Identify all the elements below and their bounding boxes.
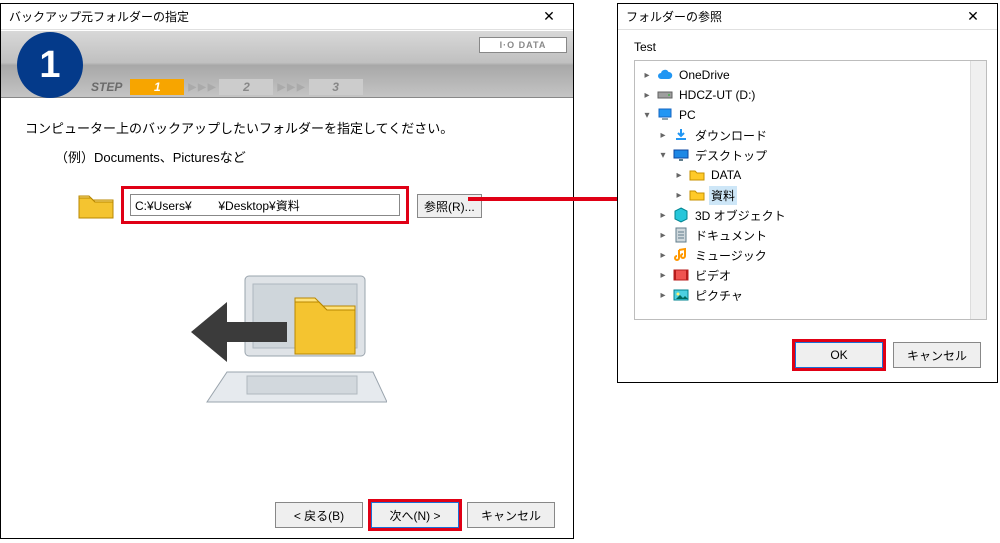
path-highlight: [121, 186, 409, 224]
step-row: STEP 1 ▶▶▶ 2 ▶▶▶ 3: [91, 79, 367, 95]
chevron-right-icon[interactable]: [673, 170, 685, 181]
chevron-down-icon[interactable]: [657, 150, 669, 161]
dialog-button-row: OK キャンセル: [618, 332, 997, 378]
chevron-right-icon[interactable]: [657, 130, 669, 141]
tree-node[interactable]: ミュージック: [641, 245, 986, 265]
next-button[interactable]: 次へ(N) >: [371, 502, 459, 528]
window-title: フォルダーの参照: [626, 8, 953, 25]
back-button[interactable]: < 戻る(B): [275, 502, 363, 528]
cloud-icon: [657, 67, 673, 83]
step-banner: I·O DATA STEP 1 ▶▶▶ 2 ▶▶▶ 3: [1, 30, 573, 98]
dialog-button-row: < 戻る(B) 次へ(N) > キャンセル: [275, 502, 555, 528]
dialog-body: Test OneDrive HDCZ-UT (D:) PC ダウンロードデスクトップ D…: [618, 30, 997, 332]
path-row: 参照(R)...: [77, 184, 517, 232]
chevron-down-icon[interactable]: [641, 110, 653, 121]
folder-icon: [689, 187, 705, 203]
ok-button[interactable]: OK: [795, 342, 883, 368]
step-chip-2: 2: [219, 79, 273, 95]
tree-node-label: ピクチャ: [693, 286, 745, 305]
step-chip-1: 1: [130, 79, 184, 95]
picture-icon: [673, 287, 689, 303]
desktop-icon: [673, 147, 689, 163]
music-icon: [673, 247, 689, 263]
folder-icon: [77, 190, 115, 220]
tree-node[interactable]: デスクトップ: [641, 145, 986, 165]
tree-node-label: PC: [677, 107, 698, 123]
step-arrows-icon: ▶▶▶: [188, 82, 215, 93]
chevron-right-icon[interactable]: [657, 250, 669, 261]
instruction-text: コンピューター上のバックアップしたいフォルダーを指定してください。: [1, 98, 573, 143]
cancel-button[interactable]: キャンセル: [467, 502, 555, 528]
3d-icon: [673, 207, 689, 223]
tree-node-label: ドキュメント: [693, 226, 769, 245]
drive-icon: [657, 87, 673, 103]
callout-badge: 1: [17, 32, 83, 98]
tree-node[interactable]: ダウンロード: [641, 125, 986, 145]
tree-node-label: DATA: [709, 167, 743, 183]
tree-node[interactable]: HDCZ-UT (D:): [641, 85, 986, 105]
tree-node-label: OneDrive: [677, 67, 732, 83]
illustration: [1, 232, 573, 422]
tree-node-label: 3D オブジェクト: [693, 206, 788, 225]
folder-icon: [689, 167, 705, 183]
step-label: STEP: [91, 80, 122, 94]
folder-tree[interactable]: OneDrive HDCZ-UT (D:) PC ダウンロードデスクトップ DATA 資料…: [634, 60, 987, 320]
close-icon: ✕: [967, 8, 979, 25]
folder-browse-dialog: フォルダーの参照 ✕ Test OneDrive HDCZ-UT (D:) PC ダウ…: [617, 3, 998, 383]
step-chip-3: 3: [309, 79, 363, 95]
video-icon: [673, 267, 689, 283]
tree-node-label: 資料: [709, 186, 737, 205]
tree-node[interactable]: 3D オブジェクト: [641, 205, 986, 225]
tree-node[interactable]: ピクチャ: [641, 285, 986, 305]
chevron-right-icon[interactable]: [657, 290, 669, 301]
close-icon: ✕: [543, 8, 555, 25]
backup-source-dialog: バックアップ元フォルダーの指定 ✕ I·O DATA STEP 1 ▶▶▶ 2 …: [0, 3, 574, 539]
tree-node-label: ビデオ: [693, 266, 733, 285]
tree-node[interactable]: ビデオ: [641, 265, 986, 285]
download-icon: [673, 127, 689, 143]
doc-icon: [673, 227, 689, 243]
example-text: （例）Documents、Picturesなど: [1, 143, 573, 180]
tree-node-label: ダウンロード: [693, 126, 769, 145]
tree-node-label: ミュージック: [693, 246, 769, 265]
step-arrows-icon: ▶▶▶: [277, 82, 304, 93]
backup-path-input[interactable]: [130, 194, 400, 216]
body-label: Test: [634, 40, 987, 54]
chevron-right-icon[interactable]: [641, 70, 653, 81]
chevron-right-icon[interactable]: [657, 210, 669, 221]
tree-node[interactable]: 資料: [641, 185, 986, 205]
close-button[interactable]: ✕: [529, 5, 569, 29]
chevron-right-icon[interactable]: [657, 270, 669, 281]
tree-node[interactable]: PC: [641, 105, 986, 125]
window-title: バックアップ元フォルダーの指定: [9, 8, 529, 25]
close-button[interactable]: ✕: [953, 5, 993, 29]
chevron-right-icon[interactable]: [673, 190, 685, 201]
tree-node[interactable]: DATA: [641, 165, 986, 185]
tree-node-label: デスクトップ: [693, 146, 769, 165]
tree-node[interactable]: OneDrive: [641, 65, 986, 85]
cancel-button[interactable]: キャンセル: [893, 342, 981, 368]
chevron-right-icon[interactable]: [657, 230, 669, 241]
pc-icon: [657, 107, 673, 123]
titlebar: バックアップ元フォルダーの指定 ✕: [1, 4, 573, 30]
titlebar: フォルダーの参照 ✕: [618, 4, 997, 30]
tree-node[interactable]: ドキュメント: [641, 225, 986, 245]
tree-node-label: HDCZ-UT (D:): [677, 87, 757, 103]
scrollbar[interactable]: [970, 61, 986, 319]
brand-badge: I·O DATA: [479, 37, 567, 53]
chevron-right-icon[interactable]: [641, 90, 653, 101]
